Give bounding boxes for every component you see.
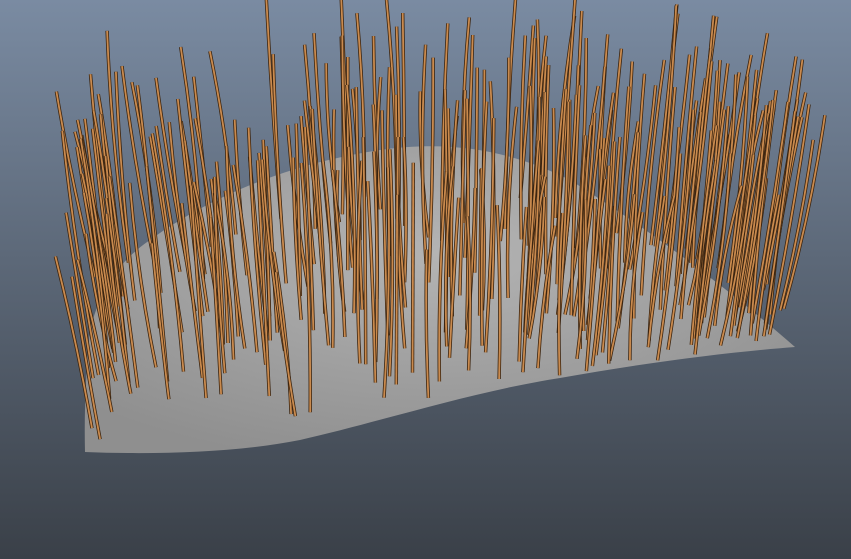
3d-viewport[interactable] [0,0,851,559]
hair-strand[interactable] [411,162,415,373]
hair-strand[interactable] [395,194,399,385]
viewport-canvas[interactable] [0,0,851,559]
